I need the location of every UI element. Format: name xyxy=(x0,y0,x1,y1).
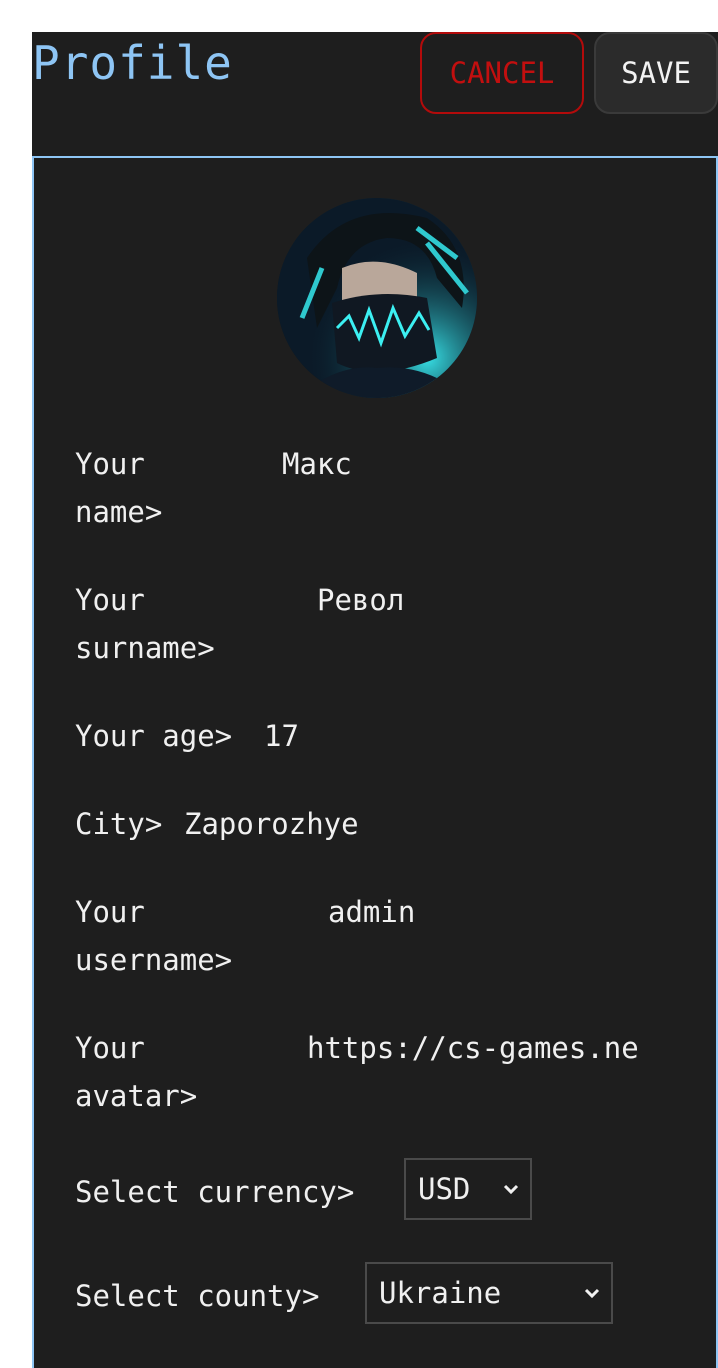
country-selected: Ukraine xyxy=(379,1276,502,1310)
city-input[interactable]: Zaporozhye xyxy=(184,800,359,848)
currency-field: Select currency> xyxy=(75,1168,354,1216)
profile-screen: Profile CANCEL SAVE Your name> Макс Your… xyxy=(32,32,718,1368)
username-input[interactable]: admin xyxy=(328,888,415,936)
avatar-url-field: Your avatar> https://cs-games.ne xyxy=(75,1024,639,1120)
city-field: City> Zaporozhye xyxy=(75,800,359,848)
currency-label: Select currency> xyxy=(75,1175,355,1209)
currency-selected: USD xyxy=(418,1172,471,1206)
surname-input[interactable]: Револ xyxy=(317,576,404,624)
avatar-url-label-line2: avatar> xyxy=(75,1079,198,1113)
country-select[interactable]: Ukraine xyxy=(365,1262,613,1324)
name-label-line2: name> xyxy=(75,495,163,529)
profile-form: Your name> Макс Your surname> Револ Your… xyxy=(32,156,718,1368)
surname-field: Your surname> Револ xyxy=(75,576,404,672)
chevron-down-icon xyxy=(584,1288,600,1299)
username-field: Your username> admin xyxy=(75,888,415,984)
chevron-down-icon xyxy=(503,1184,519,1195)
currency-select[interactable]: USD xyxy=(404,1158,532,1220)
age-input[interactable]: 17 xyxy=(264,712,299,760)
country-label: Select county> xyxy=(75,1279,320,1313)
profile-header: Profile CANCEL SAVE xyxy=(32,32,718,156)
cancel-button[interactable]: CANCEL xyxy=(420,32,584,114)
save-button[interactable]: SAVE xyxy=(594,32,718,114)
age-field: Your age> 17 xyxy=(75,712,299,760)
avatar-url-input[interactable]: https://cs-games.ne xyxy=(307,1024,677,1072)
name-field: Your name> Макс xyxy=(75,440,352,536)
surname-label-line2: surname> xyxy=(75,631,215,665)
city-label: City> xyxy=(75,807,163,841)
avatar xyxy=(277,198,477,398)
country-field: Select county> xyxy=(75,1272,319,1320)
avatar-url-label-line1: Your xyxy=(75,1031,145,1065)
username-label-line2: username> xyxy=(75,943,233,977)
name-label-line1: Your xyxy=(75,447,145,481)
surname-label-line1: Your xyxy=(75,583,145,617)
avatar-image xyxy=(277,198,477,398)
username-label-line1: Your xyxy=(75,895,145,929)
age-label: Your age> xyxy=(75,719,233,753)
name-input[interactable]: Макс xyxy=(282,440,352,488)
page-title: Profile xyxy=(32,36,233,90)
